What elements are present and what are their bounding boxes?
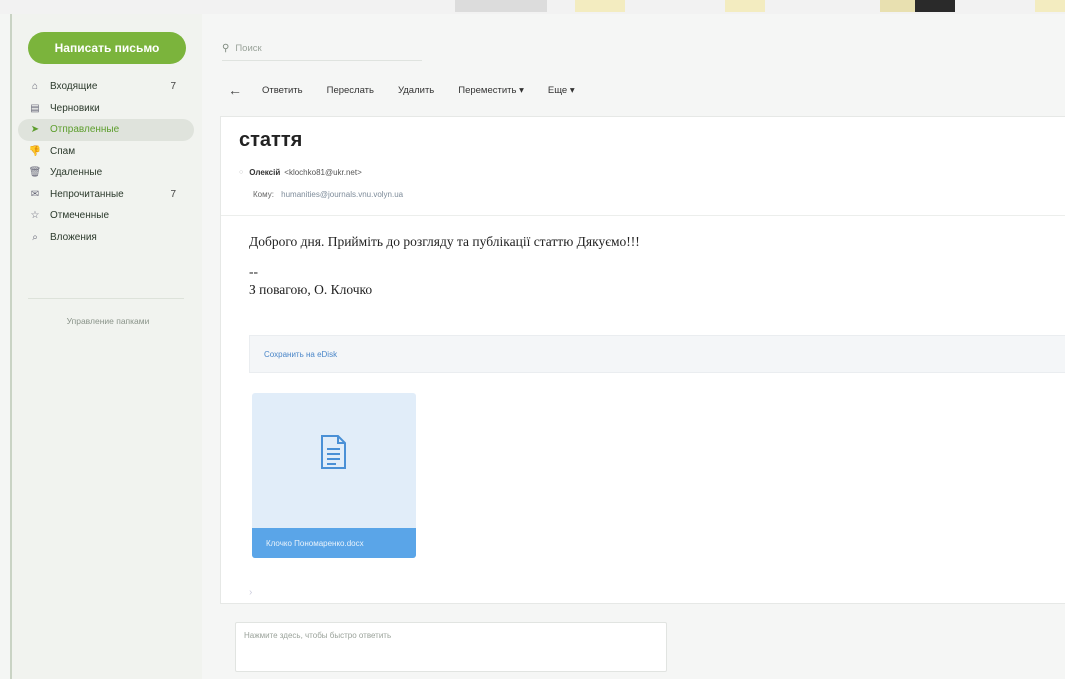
top-strip — [0, 0, 1065, 14]
folder-count: 7 — [170, 81, 176, 93]
top-strip-block — [915, 0, 955, 12]
forward-button[interactable]: Переслать — [327, 85, 374, 96]
document-icon — [321, 435, 346, 469]
sender-name[interactable]: Олексій — [249, 168, 280, 177]
inbox-icon: ⌂ — [31, 81, 39, 93]
compose-button[interactable]: Написать письмо — [28, 32, 186, 64]
reply-button[interactable]: Ответить — [262, 85, 303, 96]
delete-button[interactable]: Удалить — [398, 85, 434, 96]
sidebar-item-unread[interactable]: ✉ Непрочитанные 7 — [18, 184, 194, 206]
search-input[interactable]: ⚲ Поиск — [222, 36, 422, 61]
search-placeholder: Поиск — [235, 42, 262, 54]
save-to-disk-bar: Сохранить на eDisk — [249, 335, 1065, 373]
folder-label: Непрочитанные — [50, 188, 124, 200]
sidebar-item-attachments[interactable]: ⌕ Вложения — [18, 227, 194, 249]
folder-label: Спам — [50, 145, 76, 157]
drafts-icon: ▤ — [30, 102, 40, 114]
signature-separator: -- — [249, 264, 258, 279]
folder-label: Черновики — [50, 102, 100, 114]
signature: З повагою, О. Клочко — [249, 282, 373, 297]
unread-icon: ✉ — [30, 188, 40, 200]
sidebar: Написать письмо ⌂ Входящие 7 ▤ Черновики… — [10, 14, 204, 679]
top-strip-block — [575, 0, 625, 12]
sidebar-divider — [28, 298, 184, 299]
more-dropdown[interactable]: Еще ▾ — [548, 85, 575, 96]
paperclip-icon: ⌕ — [32, 231, 38, 243]
message-card: стаття ○ Олексій <klochko81@ukr.net> Ком… — [220, 116, 1065, 604]
body-text: Доброго дня. Прийміть до розгляду та пуб… — [249, 234, 640, 249]
move-dropdown[interactable]: Переместить ▾ — [458, 85, 524, 96]
message-subject: стаття — [239, 129, 303, 151]
quick-reply-placeholder: Нажмите здесь, чтобы быстро ответить — [244, 631, 392, 640]
to-label: Кому: — [253, 190, 274, 199]
attachment-name: Клочко Пономаренко.docx — [252, 528, 416, 558]
caret-icon: › — [249, 587, 253, 598]
top-strip-block — [455, 0, 547, 12]
spam-icon: 👎 — [28, 145, 42, 157]
main-pane: ⚲ Поиск ← Ответить Переслать Удалить Пер… — [202, 14, 1065, 679]
top-strip-block — [1035, 0, 1065, 12]
folder-label: Удаленные — [50, 167, 103, 179]
sent-icon: ➤ — [30, 124, 40, 136]
message-body: Доброго дня. Прийміть до розгляду та пуб… — [249, 233, 640, 299]
sidebar-item-sent[interactable]: ➤ Отправленные — [18, 119, 194, 141]
folder-label: Отмеченные — [50, 210, 110, 222]
folder-label: Вложения — [50, 231, 97, 243]
attachment-tile[interactable]: Клочко Пономаренко.docx — [252, 393, 416, 558]
trash-icon: 🗑 — [28, 167, 42, 179]
sidebar-item-inbox[interactable]: ⌂ Входящие 7 — [18, 76, 194, 98]
folder-count: 7 — [170, 188, 176, 200]
star-icon: ☆ — [30, 210, 40, 222]
quick-reply-field[interactable]: Нажмите здесь, чтобы быстро ответить — [235, 622, 667, 672]
folder-label: Отправленные — [50, 124, 120, 136]
recipient-email[interactable]: humanities@journals.vnu.volyn.ua — [281, 190, 403, 199]
folder-label: Входящие — [50, 81, 98, 93]
save-to-disk-link[interactable]: Сохранить на eDisk — [264, 350, 337, 359]
message-toolbar: ← Ответить Переслать Удалить Переместить… — [228, 82, 599, 98]
top-strip-block — [725, 0, 765, 12]
message-from: ○ Олексій <klochko81@ukr.net> — [239, 168, 362, 177]
manage-folders-link[interactable]: Управление папками — [12, 316, 204, 326]
sidebar-item-drafts[interactable]: ▤ Черновики — [18, 98, 194, 120]
back-arrow-icon[interactable]: ← — [228, 82, 242, 98]
header-divider — [221, 215, 1065, 216]
sidebar-item-starred[interactable]: ☆ Отмеченные — [18, 205, 194, 227]
sidebar-item-spam[interactable]: 👎 Спам — [18, 141, 194, 163]
search-icon: ⚲ — [222, 42, 230, 54]
status-dot-icon: ○ — [239, 169, 244, 176]
folder-list: ⌂ Входящие 7 ▤ Черновики ➤ Отправленные … — [18, 76, 194, 248]
message-to: Кому: humanities@journals.vnu.volyn.ua — [253, 190, 403, 199]
sender-email[interactable]: <klochko81@ukr.net> — [284, 168, 362, 177]
sidebar-item-trash[interactable]: 🗑 Удаленные — [18, 162, 194, 184]
